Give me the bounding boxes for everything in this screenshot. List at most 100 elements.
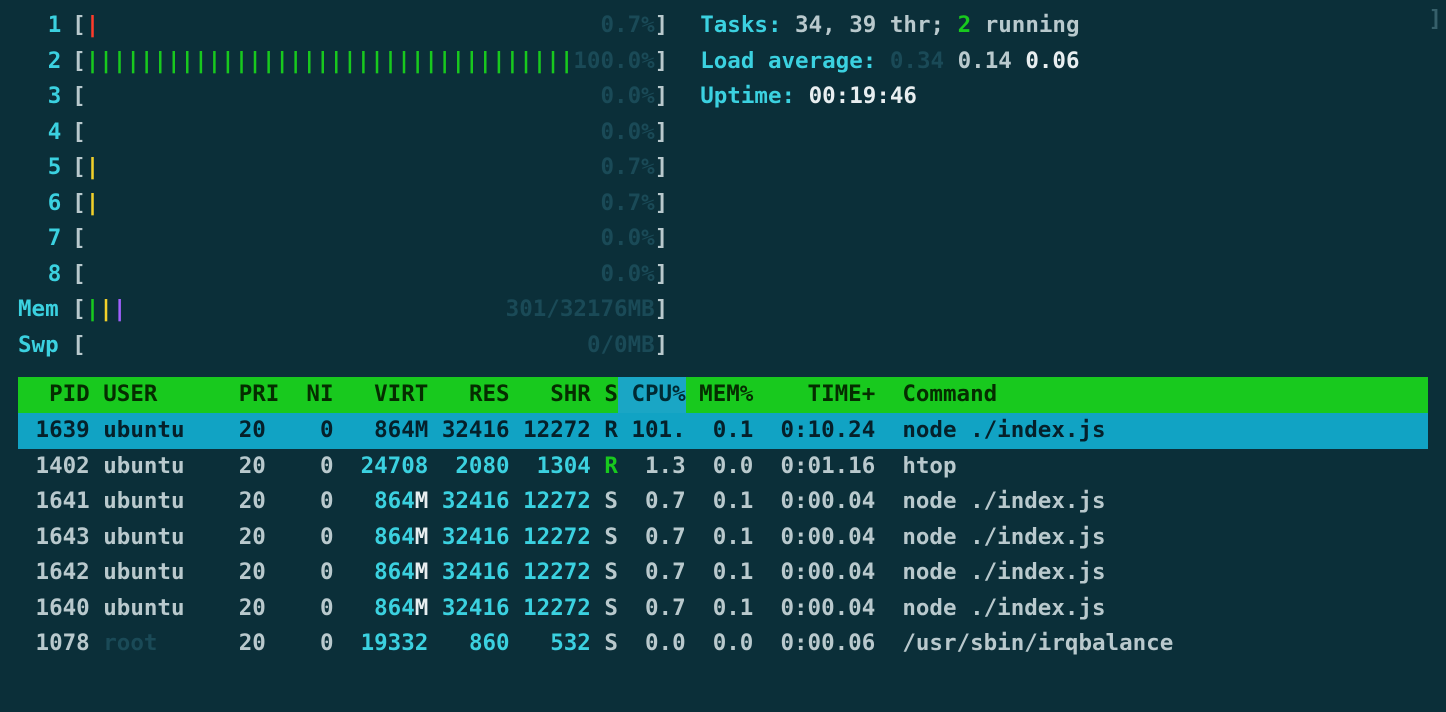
htop-screen[interactable]: 1[| 0.7%]2[|||||||||||||||||||||||||||||…: [0, 0, 1446, 662]
table-header[interactable]: PID USERPRINIVIRTRESSHRSCPU%MEM%TIME+ Comm…: [18, 377, 1428, 413]
cpu-meter-5: 5[| 0.7%]: [18, 150, 668, 186]
cell-ni: 0: [266, 520, 334, 556]
tasks-line: Tasks: 34, 39 thr; 2 running: [700, 8, 1079, 44]
cell-pid: 1639: [22, 413, 90, 449]
cell-pid: 1642: [22, 555, 90, 591]
cell-pri: 20: [185, 413, 266, 449]
uptime-line: Uptime: 00:19:46: [700, 79, 1079, 115]
cell-pri: 20: [185, 626, 266, 662]
cell-cmd: node ./index.js: [902, 555, 1105, 591]
cell-virt: 864M: [334, 520, 429, 556]
cell-shr: 12272: [510, 520, 591, 556]
htop-header: 1[| 0.7%]2[|||||||||||||||||||||||||||||…: [18, 8, 1428, 363]
cell-time: 0:00.04: [753, 555, 875, 591]
col-ni[interactable]: NI: [266, 377, 334, 413]
cell-mem: 0.1: [686, 591, 754, 627]
col-time[interactable]: TIME+: [753, 377, 875, 413]
cell-shr: 12272: [510, 484, 591, 520]
tasks-count: 34, 39 thr;: [795, 12, 958, 38]
cell-s: S: [591, 591, 618, 627]
cell-shr: 12272: [510, 591, 591, 627]
process-row[interactable]: 1643ubuntu200864M3241612272S0.70.10:00.0…: [18, 520, 1428, 556]
cell-ni: 0: [266, 626, 334, 662]
col-res[interactable]: RES: [428, 377, 509, 413]
cell-pid: 1078: [22, 626, 90, 662]
cell-s: S: [591, 555, 618, 591]
cell-time: 0:00.04: [753, 591, 875, 627]
cpu-meter-3: 3[ 0.0%]: [18, 79, 668, 115]
cell-cmd: node ./index.js: [902, 413, 1105, 449]
cell-shr: 12272: [510, 555, 591, 591]
col-s[interactable]: S: [591, 377, 618, 413]
cell-res: 32416: [428, 520, 509, 556]
process-row[interactable]: 1641ubuntu200864M3241612272S0.70.10:00.0…: [18, 484, 1428, 520]
cell-s: R: [591, 449, 618, 485]
cell-pri: 20: [185, 555, 266, 591]
cell-cmd: node ./index.js: [902, 520, 1105, 556]
load-1m: 0.34: [890, 48, 944, 74]
col-cmd[interactable]: Command: [902, 377, 997, 413]
cpu-meter-1: 1[| 0.7%]: [18, 8, 668, 44]
cell-pri: 20: [185, 591, 266, 627]
cell-pri: 20: [185, 484, 266, 520]
cell-cpu: 0.7: [618, 591, 686, 627]
col-virt[interactable]: VIRT: [334, 377, 429, 413]
process-row[interactable]: 1078root20019332860532S0.00.00:00.06/usr…: [18, 626, 1428, 662]
meter-panel: 1[| 0.7%]2[|||||||||||||||||||||||||||||…: [18, 8, 668, 363]
process-row[interactable]: 1642ubuntu200864M3241612272S0.70.10:00.0…: [18, 555, 1428, 591]
cell-user: ubuntu: [103, 484, 184, 520]
col-shr[interactable]: SHR: [510, 377, 591, 413]
cell-user: ubuntu: [103, 555, 184, 591]
load-15m: 0.06: [1025, 48, 1079, 74]
table-body[interactable]: 1639ubuntu200864M3241612272R101.0.10:10.…: [18, 413, 1428, 662]
cell-cmd: node ./index.js: [902, 484, 1105, 520]
col-pid[interactable]: PID: [22, 377, 90, 413]
cell-virt: 864M: [334, 484, 429, 520]
cell-pid: 1402: [22, 449, 90, 485]
cell-cmd: node ./index.js: [902, 591, 1105, 627]
cell-time: 0:00.06: [753, 626, 875, 662]
cpu-meter-7: 7[ 0.0%]: [18, 221, 668, 257]
process-row[interactable]: 1402ubuntu2002470820801304R1.30.00:01.16…: [18, 449, 1428, 485]
cell-pid: 1641: [22, 484, 90, 520]
cpu-meter-8: 8[ 0.0%]: [18, 257, 668, 293]
cell-ni: 0: [266, 449, 334, 485]
uptime-value: 00:19:46: [809, 83, 917, 109]
cell-virt: 24708: [334, 449, 429, 485]
cell-cpu: 0.7: [618, 520, 686, 556]
cell-ni: 0: [266, 413, 334, 449]
info-panel: Tasks: 34, 39 thr; 2 running Load averag…: [700, 8, 1079, 363]
cell-pri: 20: [185, 449, 266, 485]
cell-user: ubuntu: [103, 449, 184, 485]
cell-shr: 12272: [510, 413, 591, 449]
load-label: Load average:: [700, 48, 890, 74]
cell-pid: 1643: [22, 520, 90, 556]
load-line: Load average: 0.34 0.14 0.06: [700, 44, 1079, 80]
cell-s: S: [591, 520, 618, 556]
swp-meter: Swp[ 0/0MB]: [18, 328, 668, 364]
cell-time: 0:10.24: [753, 413, 875, 449]
col-cpu[interactable]: CPU%: [618, 377, 686, 413]
cell-s: S: [591, 484, 618, 520]
cell-cpu: 0.7: [618, 484, 686, 520]
cell-time: 0:01.16: [753, 449, 875, 485]
cell-shr: 532: [510, 626, 591, 662]
col-user[interactable]: USER: [103, 377, 238, 413]
cell-user: root: [103, 626, 184, 662]
cell-mem: 0.1: [686, 555, 754, 591]
col-pri[interactable]: PRI: [239, 377, 266, 413]
process-table[interactable]: PIDUSERPRINIVIRTRESSHRSCPU%MEM%TIME+Comm…: [18, 377, 1428, 661]
cell-cpu: 0.7: [618, 555, 686, 591]
cell-time: 0:00.04: [753, 520, 875, 556]
cell-mem: 0.0: [686, 449, 754, 485]
cell-res: 32416: [428, 591, 509, 627]
col-mem[interactable]: MEM%: [686, 377, 754, 413]
process-row[interactable]: 1639ubuntu200864M3241612272R101.0.10:10.…: [18, 413, 1428, 449]
cell-cpu: 1.3: [618, 449, 686, 485]
cell-s: R: [591, 413, 618, 449]
cell-ni: 0: [266, 555, 334, 591]
process-row[interactable]: 1640ubuntu200864M3241612272S0.70.10:00.0…: [18, 591, 1428, 627]
cell-pri: 20: [185, 520, 266, 556]
cell-cmd: htop: [902, 449, 956, 485]
scroll-indicator: ]: [1428, 2, 1442, 38]
